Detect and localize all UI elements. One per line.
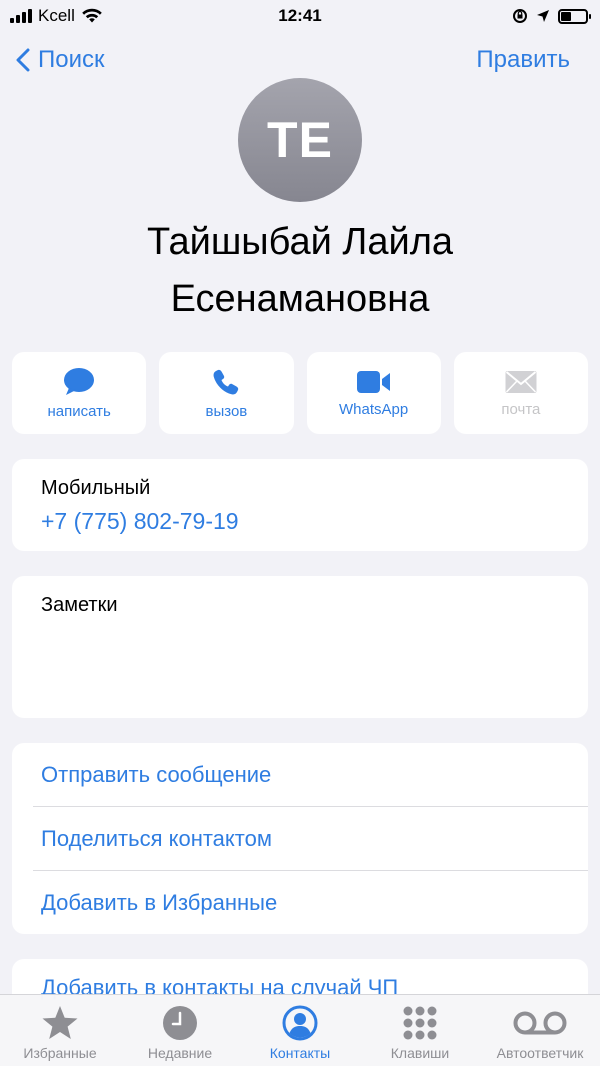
wifi-icon bbox=[82, 8, 102, 23]
edit-button[interactable]: Править bbox=[476, 46, 570, 74]
tab-recents[interactable]: Недавние bbox=[120, 995, 240, 1066]
tab-voicemail[interactable]: Автоответчик bbox=[480, 995, 600, 1066]
share-contact-link[interactable]: Поделиться контактом bbox=[33, 807, 588, 871]
tab-keypad-label: Клавиши bbox=[390, 1045, 450, 1061]
status-left: Kcell bbox=[10, 6, 103, 26]
contact-name-line2: Есенамановна bbox=[170, 278, 430, 320]
clock-icon bbox=[163, 1006, 197, 1040]
battery-icon bbox=[558, 8, 591, 24]
notes-card[interactable]: Заметки bbox=[12, 576, 588, 718]
phone-number-link[interactable]: +7 (775) 802-79-19 bbox=[41, 508, 588, 535]
phone-card: Мобильный +7 (775) 802-79-19 bbox=[12, 459, 588, 551]
person-icon bbox=[282, 1005, 318, 1041]
carrier-name: Kcell bbox=[38, 6, 75, 25]
tab-keypad[interactable]: Клавиши bbox=[360, 995, 480, 1066]
contact-name-line1: Тайшыбай Лайла bbox=[146, 221, 454, 263]
phone-icon bbox=[213, 369, 239, 394]
avatar-initials: TE bbox=[267, 112, 333, 168]
avatar: TE bbox=[238, 78, 362, 202]
whatsapp-label: WhatsApp bbox=[339, 400, 409, 418]
mail-icon bbox=[505, 370, 537, 393]
video-icon bbox=[356, 370, 390, 393]
message-icon bbox=[64, 367, 95, 395]
links-card: Отправить сообщение Поделиться контактом… bbox=[12, 743, 588, 934]
chevron-left-icon bbox=[16, 48, 30, 72]
status-right bbox=[512, 8, 591, 24]
notes-label: Заметки bbox=[41, 594, 118, 616]
mail-label: почта bbox=[501, 400, 541, 418]
call-button[interactable]: вызов bbox=[159, 352, 294, 434]
tab-bar: Избранные Недавние Контакты Клавиши Авто… bbox=[0, 994, 600, 1066]
call-label: вызов bbox=[205, 402, 248, 420]
keypad-icon bbox=[403, 1006, 437, 1040]
back-label: Поиск bbox=[38, 46, 105, 73]
tab-recents-label: Недавние bbox=[147, 1045, 213, 1061]
signal-icon bbox=[10, 9, 32, 23]
tab-contacts-label: Контакты bbox=[269, 1045, 331, 1061]
send-message-link[interactable]: Отправить сообщение bbox=[33, 743, 588, 807]
message-button[interactable]: написать bbox=[12, 352, 147, 434]
back-button[interactable]: Поиск bbox=[16, 46, 105, 74]
message-label: написать bbox=[47, 402, 111, 420]
voicemail-icon bbox=[513, 1011, 567, 1035]
phone-type-label: Мобильный bbox=[41, 477, 151, 499]
add-favorites-link[interactable]: Добавить в Избранные bbox=[33, 871, 588, 935]
status-bar: Kcell 12:41 bbox=[0, 0, 600, 32]
tab-contacts[interactable]: Контакты bbox=[240, 995, 360, 1066]
location-icon bbox=[537, 10, 549, 22]
tab-voicemail-label: Автоответчик bbox=[496, 1045, 584, 1061]
whatsapp-video-button[interactable]: WhatsApp bbox=[306, 352, 441, 434]
quick-actions: написать вызов WhatsApp почта bbox=[12, 352, 588, 434]
tab-favorites[interactable]: Избранные bbox=[0, 995, 120, 1066]
contact-name: Тайшыбай Лайла Есенамановна bbox=[0, 214, 600, 328]
mail-button[interactable]: почта bbox=[453, 352, 588, 434]
tab-favorites-label: Избранные bbox=[23, 1045, 97, 1061]
star-icon bbox=[42, 1006, 78, 1039]
orientation-lock-icon bbox=[513, 9, 527, 23]
